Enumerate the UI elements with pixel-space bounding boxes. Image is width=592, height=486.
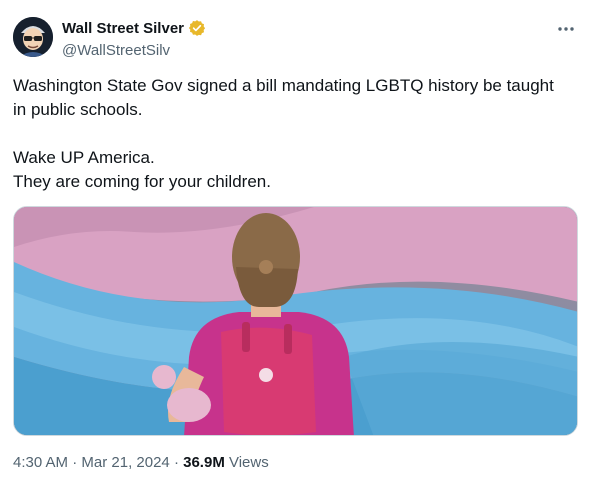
verified-badge-icon[interactable] [188,19,206,37]
author-name[interactable]: Wall Street Silver [62,20,184,37]
author-handle[interactable]: @WallStreetSilv [62,42,206,59]
meta-separator: · [68,454,82,471]
photo-image [14,207,577,435]
tweet-text-line: in public schools. [13,100,143,119]
avatar[interactable] [13,17,53,57]
avatar-image [13,17,53,57]
tweet-text: Washington State Gov signed a bill manda… [13,74,579,194]
more-icon[interactable] [556,19,576,39]
meta-separator: · [169,454,184,471]
tweet: Wall Street Silver @WallStreetSilv Washi… [0,0,592,486]
tweet-media-photo[interactable] [13,206,578,436]
author-block: Wall Street Silver @WallStreetSilv [62,18,206,59]
views-label: Views [224,454,269,471]
views-count: 36.9M [183,454,225,471]
tweet-text-line: Wake UP America. [13,148,155,167]
tweet-text-line: Washington State Gov signed a bill manda… [13,76,554,95]
author-name-row: Wall Street Silver [62,18,206,38]
tweet-meta: 4:30 AM · Mar 21, 2024 · 36.9M Views [13,454,269,471]
tweet-text-line: They are coming for your children. [13,172,271,191]
tweet-date[interactable]: Mar 21, 2024 [81,454,169,471]
tweet-time[interactable]: 4:30 AM [13,454,68,471]
